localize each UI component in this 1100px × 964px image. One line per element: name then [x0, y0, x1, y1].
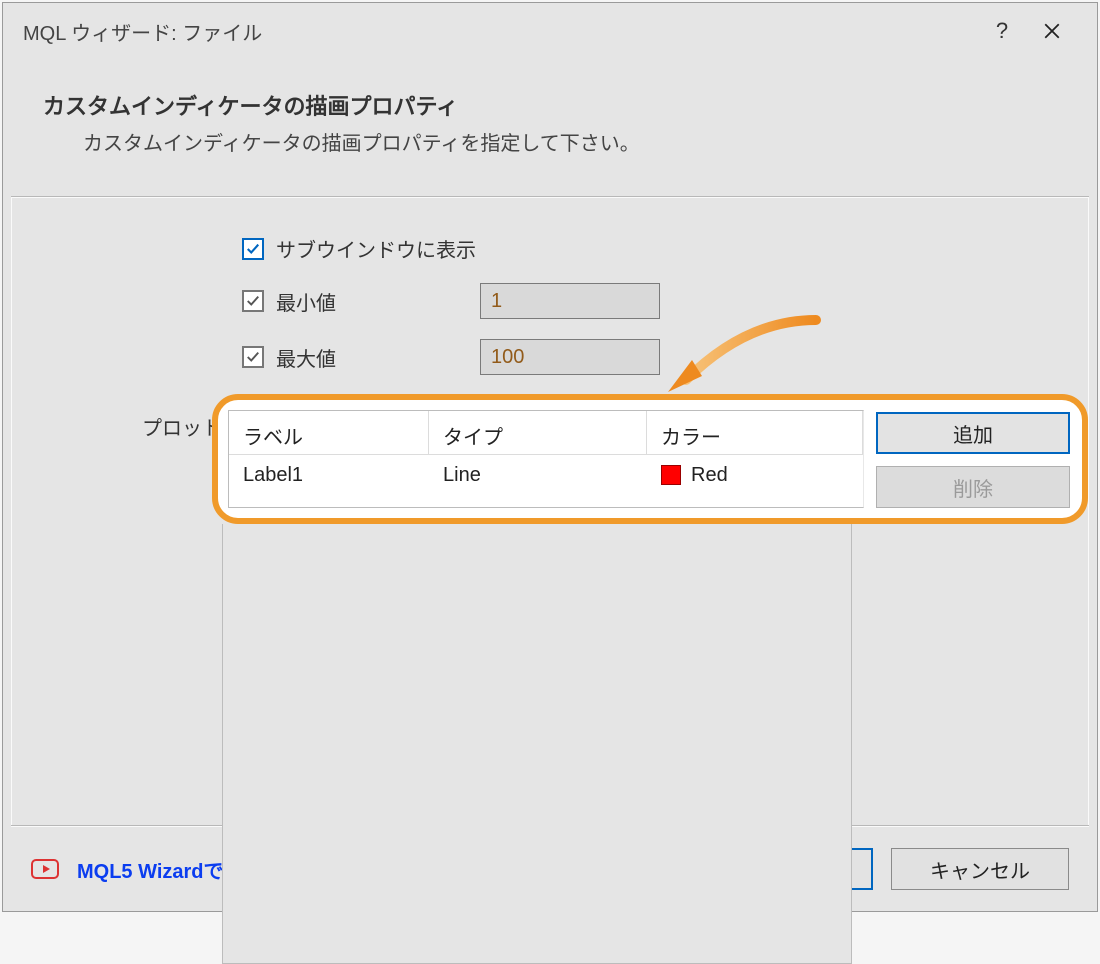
body: サブウインドウに表示 最小値 1 最大値 100 プロット ラベル [11, 198, 1089, 825]
max-label: 最大値 [276, 343, 372, 372]
video-icon[interactable] [31, 859, 59, 879]
plot-table-body-empty [222, 524, 852, 964]
wizard-dialog: MQL ウィザード: ファイル ? カスタムインディケータの描画プロパティ カス… [2, 2, 1098, 912]
subwindow-label: サブウインドウに表示 [276, 234, 476, 263]
min-input[interactable]: 1 [480, 283, 660, 319]
help-icon[interactable]: ? [977, 3, 1027, 59]
col-type: タイプ [429, 411, 647, 455]
delete-button: 削除 [876, 466, 1070, 508]
cell-type: Line [429, 458, 647, 493]
table-row[interactable]: Label1 Line Red [229, 455, 863, 495]
col-label: ラベル [229, 411, 429, 455]
max-input[interactable]: 100 [480, 339, 660, 375]
header-section: カスタムインディケータの描画プロパティ カスタムインディケータの描画プロパティを… [3, 59, 1097, 196]
subwindow-checkbox[interactable] [242, 238, 264, 260]
plot-side-buttons: 追加 削除 [876, 410, 1070, 508]
plot-highlight: ラベル タイプ カラー Label1 Line Red 追加 削除 [212, 394, 1088, 524]
window-title: MQL ウィザード: ファイル [23, 17, 977, 46]
close-icon[interactable] [1027, 3, 1077, 59]
plot-table-header: ラベル タイプ カラー [229, 411, 863, 455]
cell-label: Label1 [229, 458, 429, 493]
plot-table[interactable]: ラベル タイプ カラー Label1 Line Red [228, 410, 864, 508]
cell-color: Red [647, 458, 863, 493]
max-checkbox[interactable] [242, 346, 264, 368]
plot-section-label: プロット [142, 412, 222, 441]
color-swatch-icon [661, 465, 681, 485]
page-subheading: カスタムインディケータの描画プロパティを指定して下さい。 [43, 127, 1057, 156]
col-color: カラー [647, 411, 863, 455]
add-button[interactable]: 追加 [876, 412, 1070, 454]
page-heading: カスタムインディケータの描画プロパティ [43, 89, 1057, 121]
min-label: 最小値 [276, 287, 372, 316]
titlebar: MQL ウィザード: ファイル ? [3, 3, 1097, 59]
min-checkbox[interactable] [242, 290, 264, 312]
cancel-button[interactable]: キャンセル [891, 848, 1069, 890]
